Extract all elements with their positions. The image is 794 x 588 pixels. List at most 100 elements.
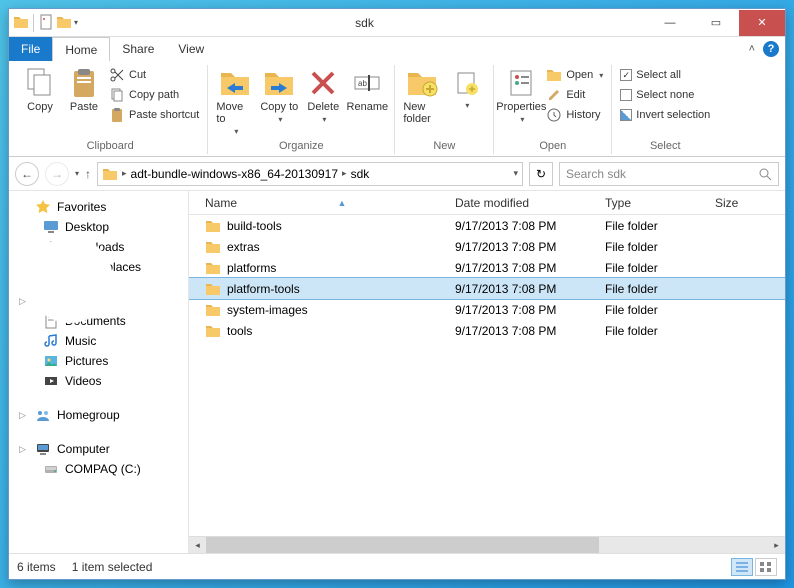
column-headers: Name▲ Date modified Type Size xyxy=(189,191,785,215)
nav-favorites[interactable]: Favorites xyxy=(15,197,188,217)
newitem-button[interactable] xyxy=(445,65,487,112)
copy-button[interactable]: Copy xyxy=(19,65,61,115)
window-icon xyxy=(13,14,29,30)
file-list-area: Name▲ Date modified Type Size build-tool… xyxy=(189,191,785,553)
group-open-label: Open xyxy=(539,138,566,154)
history-dropdown-icon[interactable]: ▾ xyxy=(75,169,79,178)
file-row[interactable]: build-tools9/17/2013 7:08 PMFile folder xyxy=(189,215,785,236)
nav-homegroup[interactable]: ▷Homegroup xyxy=(15,405,188,425)
history-button[interactable]: History xyxy=(544,105,605,125)
search-input[interactable]: Search sdk xyxy=(559,162,779,186)
file-row[interactable]: extras9/17/2013 7:08 PMFile folder xyxy=(189,236,785,257)
help-button[interactable]: ? xyxy=(763,41,779,57)
addr-dropdown-icon[interactable]: ▾ xyxy=(513,168,518,179)
file-type: File folder xyxy=(599,219,709,233)
refresh-button[interactable]: ↻ xyxy=(529,162,553,186)
qat-newfolder-icon[interactable] xyxy=(56,14,72,30)
maximize-button[interactable]: ▭ xyxy=(693,10,739,36)
nav-desktop[interactable]: Desktop xyxy=(15,217,188,237)
details-view-button[interactable] xyxy=(731,558,753,576)
crumb-parent[interactable]: adt-bundle-windows-x86_64-20130917 xyxy=(131,167,338,181)
file-row[interactable]: tools9/17/2013 7:08 PMFile folder xyxy=(189,320,785,341)
file-name: build-tools xyxy=(227,219,282,233)
file-row[interactable]: platform-tools 9/17/2013 7:08 PMFile fold… xyxy=(189,278,785,299)
address-bar: ← → ▾ ↑ ▸ adt-bundle-windows-x86_64-2013… xyxy=(9,157,785,191)
group-new-label: New xyxy=(433,138,455,154)
file-date: 9/17/2013 7:08 PM xyxy=(449,324,599,338)
file-type: File folder xyxy=(599,282,709,296)
col-name[interactable]: Name▲ xyxy=(199,196,449,210)
nav-documents[interactable]: Documents xyxy=(15,311,188,331)
nav-computer[interactable]: ▷Computer xyxy=(15,439,188,459)
folder-icon xyxy=(205,323,221,339)
back-button[interactable]: ← xyxy=(15,162,39,186)
open-button[interactable]: Open xyxy=(544,65,605,85)
group-organize-label: Organize xyxy=(279,138,324,154)
newfolder-button[interactable]: New folder xyxy=(401,65,443,127)
ribbon-collapse-icon[interactable]: ˄ xyxy=(749,43,755,55)
copyto-button[interactable]: Copy to xyxy=(258,65,300,126)
titlebar: ▾ sdk — ▭ ✕ xyxy=(9,9,785,37)
properties-button[interactable]: Properties xyxy=(500,65,542,126)
nav-recent[interactable]: Recent places xyxy=(15,257,188,277)
close-button[interactable]: ✕ xyxy=(739,10,785,36)
folder-icon xyxy=(205,239,221,255)
moveto-button[interactable]: Move to xyxy=(214,65,256,138)
nav-music[interactable]: Music xyxy=(15,331,188,351)
col-size[interactable]: Size xyxy=(709,196,769,210)
scroll-right-button[interactable]: ▸ xyxy=(768,537,785,554)
file-date: 9/17/2013 7:08 PM xyxy=(449,303,599,317)
col-date[interactable]: Date modified xyxy=(449,196,599,210)
icons-view-button[interactable] xyxy=(755,558,777,576)
explorer-window: ▾ sdk — ▭ ✕ File Home Share View ˄ ? Cop… xyxy=(8,8,786,580)
search-icon xyxy=(758,167,772,181)
file-name: platform-tools xyxy=(227,282,300,296)
group-select-label: Select xyxy=(650,138,681,154)
minimize-button[interactable]: — xyxy=(647,10,693,36)
forward-button[interactable]: → xyxy=(45,162,69,186)
scroll-left-button[interactable]: ◂ xyxy=(189,537,206,554)
qat-dropdown-icon[interactable]: ▾ xyxy=(74,18,78,27)
file-date: 9/17/2013 7:08 PM xyxy=(449,282,599,296)
qat-properties-icon[interactable] xyxy=(38,14,54,30)
up-button[interactable]: ↑ xyxy=(85,167,91,181)
file-type: File folder xyxy=(599,303,709,317)
window-title: sdk xyxy=(82,16,647,30)
copypath-button[interactable]: Copy path xyxy=(107,85,201,105)
horizontal-scrollbar[interactable]: ◂ ▸ xyxy=(189,536,785,553)
file-row[interactable]: system-images9/17/2013 7:08 PMFile folde… xyxy=(189,299,785,320)
selectall-button[interactable]: ✓Select all xyxy=(618,65,712,85)
tab-file[interactable]: File xyxy=(9,37,52,61)
pasteshortcut-button[interactable]: Paste shortcut xyxy=(107,105,201,125)
navigation-pane: Favorites Desktop Downloads Recent place… xyxy=(9,191,189,553)
breadcrumb[interactable]: ▸ adt-bundle-windows-x86_64-20130917 ▸ s… xyxy=(97,162,523,186)
folder-icon xyxy=(205,218,221,234)
paste-button[interactable]: Paste xyxy=(63,65,105,115)
nav-downloads[interactable]: Downloads xyxy=(15,237,188,257)
cut-button[interactable]: Cut xyxy=(107,65,201,85)
file-date: 9/17/2013 7:08 PM xyxy=(449,240,599,254)
search-placeholder: Search sdk xyxy=(566,167,758,181)
crumb-current[interactable]: sdk xyxy=(351,167,370,181)
rename-button[interactable]: Rename xyxy=(346,65,388,115)
file-type: File folder xyxy=(599,261,709,275)
tab-view[interactable]: View xyxy=(166,37,216,61)
edit-button[interactable]: Edit xyxy=(544,85,605,105)
selectnone-button[interactable]: Select none xyxy=(618,85,712,105)
invertselection-button[interactable]: Invert selection xyxy=(618,105,712,125)
file-name: platforms xyxy=(227,261,276,275)
file-row[interactable]: platforms9/17/2013 7:08 PMFile folder xyxy=(189,257,785,278)
group-clipboard-label: Clipboard xyxy=(87,138,134,154)
delete-button[interactable]: Delete xyxy=(302,65,344,126)
nav-videos[interactable]: Videos xyxy=(15,371,188,391)
nav-drive-c[interactable]: COMPAQ (C:) xyxy=(15,459,188,479)
file-type: File folder xyxy=(599,324,709,338)
file-list[interactable]: build-tools9/17/2013 7:08 PMFile foldere… xyxy=(189,215,785,536)
tab-share[interactable]: Share xyxy=(110,37,166,61)
tab-home[interactable]: Home xyxy=(52,37,110,61)
folder-icon xyxy=(205,302,221,318)
nav-libraries[interactable]: ▷Libraries xyxy=(15,291,188,311)
scroll-thumb[interactable] xyxy=(206,537,599,554)
nav-pictures[interactable]: Pictures xyxy=(15,351,188,371)
col-type[interactable]: Type xyxy=(599,196,709,210)
